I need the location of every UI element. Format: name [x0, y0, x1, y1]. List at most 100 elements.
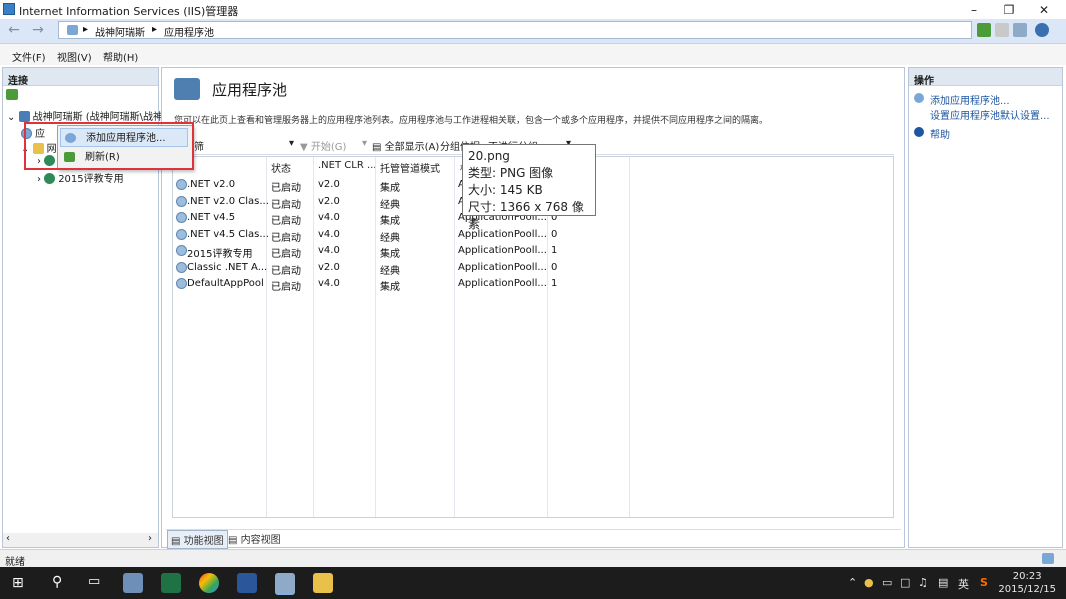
- refresh-icon[interactable]: [977, 23, 991, 37]
- app-pool-icon: [176, 228, 187, 240]
- stop-icon[interactable]: [995, 23, 1009, 37]
- app-pool-icon: [176, 195, 187, 207]
- cell-clr: v2.0: [318, 179, 340, 190]
- server-icon: [67, 25, 78, 35]
- user-icon[interactable]: ●: [864, 576, 874, 589]
- crumb-separator-icon: ▸: [152, 24, 158, 35]
- help-icon: [914, 127, 924, 137]
- minimize-icon[interactable]: –: [958, 1, 990, 19]
- crumb-app-pools[interactable]: 应用程序池: [164, 24, 214, 39]
- app-pool-icon: [176, 261, 187, 273]
- battery-icon[interactable]: ▭: [882, 576, 892, 589]
- tooltip-filename: 20.png: [468, 149, 510, 163]
- title-bar: Internet Information Services (IIS)管理器 –…: [0, 0, 1066, 19]
- status-text: 就绪: [5, 557, 25, 568]
- show-all-button[interactable]: ▤ 全部显示(A): [372, 138, 439, 153]
- menu-help[interactable]: 帮助(H): [103, 49, 138, 64]
- cell-status: 已启动: [271, 249, 301, 260]
- cell-name: .NET v4.5 Clas...: [187, 228, 269, 240]
- cell-mode: 经典: [380, 232, 400, 244]
- cell-apps: 1: [551, 245, 558, 256]
- menu-file[interactable]: 文件(F): [12, 49, 46, 64]
- tools-app-icon[interactable]: [123, 573, 143, 593]
- cell-clr: v4.0: [318, 278, 340, 289]
- tooltip-dimensions: 尺寸: 1366 x 768 像素: [468, 200, 584, 231]
- cell-identity: ApplicationPooll...: [458, 278, 547, 289]
- col-clr[interactable]: .NET CLR ...: [318, 160, 376, 171]
- connections-header: 连接: [3, 68, 158, 87]
- iis-app-icon: [3, 3, 15, 15]
- app-pool-icon: [176, 212, 187, 223]
- word-app-icon[interactable]: [237, 573, 257, 593]
- highlight-box: [24, 122, 194, 170]
- cell-name: .NET v2.0 Clas...: [187, 195, 269, 207]
- menu-view[interactable]: 视图(V): [57, 49, 92, 64]
- status-bar: 就绪: [0, 549, 1066, 568]
- cell-name: Classic .NET A...: [187, 261, 268, 273]
- crumb-server[interactable]: 战神阿瑞斯: [95, 24, 145, 39]
- forward-button[interactable]: →: [28, 22, 48, 40]
- horizontal-scrollbar[interactable]: ‹ ›: [3, 533, 158, 547]
- sogou-icon[interactable]: S: [980, 576, 988, 589]
- expand-icon[interactable]: ›: [37, 174, 41, 185]
- start-filter-button[interactable]: ▼ 开始(G): [300, 138, 346, 153]
- chrome-app-icon[interactable]: [199, 573, 219, 593]
- action-help[interactable]: 帮助: [930, 126, 950, 141]
- cell-identity: ApplicationPooll...: [458, 261, 547, 273]
- dropdown-icon[interactable]: ▾: [362, 138, 367, 149]
- filter-label: 筛: [194, 142, 204, 153]
- cell-status: 已启动: [271, 216, 301, 227]
- notifications-icon[interactable]: ▤: [938, 576, 948, 589]
- table-row[interactable]: Classic .NET A... 已启动 v2.0 经典 ApplicationPoo…: [173, 260, 893, 277]
- home-icon[interactable]: [1013, 23, 1027, 37]
- cell-name: .NET v4.5: [187, 212, 236, 223]
- search-icon[interactable]: ⚲: [52, 574, 62, 590]
- actions-header: 操作: [909, 68, 1062, 87]
- cell-mode: 集成: [380, 216, 400, 227]
- taskbar: ⊞ ⚲ ▭ ⌃ ● ▭ □ ♫ ▤ 英 S 20:23 2015/12/15: [0, 567, 1066, 599]
- show-hidden-icon[interactable]: ⌃: [848, 576, 857, 589]
- cell-status: 已启动: [271, 199, 301, 211]
- restore-icon[interactable]: ❐: [993, 1, 1025, 19]
- action-pool-defaults[interactable]: 设置应用程序池默认设置...: [930, 107, 1050, 122]
- tab-content-view[interactable]: ▤ 内容视图: [228, 531, 281, 546]
- globe-icon: [44, 173, 56, 184]
- iis-app-icon[interactable]: [275, 573, 295, 595]
- cell-status: 已启动: [271, 265, 301, 277]
- clock[interactable]: 20:23 2015/12/15: [998, 570, 1056, 596]
- tab-features-view[interactable]: ▤ 功能视图: [167, 530, 228, 549]
- task-view-icon[interactable]: ▭: [88, 574, 100, 589]
- volume-icon[interactable]: ♫: [918, 576, 928, 589]
- address-field[interactable]: ▸ 战神阿瑞斯 ▸ 应用程序池: [58, 21, 972, 39]
- file-tooltip: 20.png 类型: PNG 图像 大小: 145 KB 尺寸: 1366 x …: [462, 144, 596, 231]
- network-icon[interactable]: □: [900, 576, 910, 589]
- table-row[interactable]: DefaultAppPool 已启动 v4.0 集成 ApplicationPooll.…: [173, 276, 893, 293]
- cell-clr: v4.0: [318, 245, 340, 256]
- table-row[interactable]: 2015评教专用 已启动 v4.0 集成 ApplicationPooll... 1: [173, 243, 893, 260]
- tree-root[interactable]: ⌄ 战神阿瑞斯 (战神阿瑞斯\战神: [7, 108, 163, 123]
- expand-icon[interactable]: ⌄: [7, 112, 15, 123]
- close-icon[interactable]: ✕: [1028, 1, 1060, 19]
- dropdown-icon[interactable]: ▾: [289, 138, 294, 149]
- cell-mode: 经典: [380, 265, 400, 277]
- back-button[interactable]: ←: [4, 22, 24, 40]
- add-pool-icon: [914, 93, 924, 103]
- ime-indicator[interactable]: 英: [958, 576, 969, 592]
- scroll-right-icon[interactable]: ›: [148, 533, 152, 544]
- start-icon[interactable]: ⊞: [12, 575, 24, 591]
- explorer-app-icon[interactable]: [313, 573, 333, 593]
- connect-icon[interactable]: [6, 89, 18, 100]
- app-pools-icon: [174, 78, 200, 100]
- clock-date: 2015/12/15: [998, 584, 1056, 595]
- excel-app-icon[interactable]: [161, 573, 181, 593]
- tree-site-2015[interactable]: › 2015评教专用: [37, 170, 124, 185]
- app-pools-panel: 应用程序池 您可以在此页上查看和管理服务器上的应用程序池列表。应用程序池与工作进…: [161, 67, 905, 549]
- col-status[interactable]: 状态: [271, 160, 291, 175]
- scroll-left-icon[interactable]: ‹: [6, 533, 10, 544]
- divider: [166, 529, 901, 530]
- action-add-pool[interactable]: 添加应用程序池...: [930, 92, 1010, 107]
- col-pipeline[interactable]: 托管管道模式: [380, 160, 440, 175]
- cell-identity: ApplicationPooll...: [458, 245, 547, 256]
- app-pool-icon: [176, 245, 187, 256]
- help-icon[interactable]: [1035, 23, 1049, 37]
